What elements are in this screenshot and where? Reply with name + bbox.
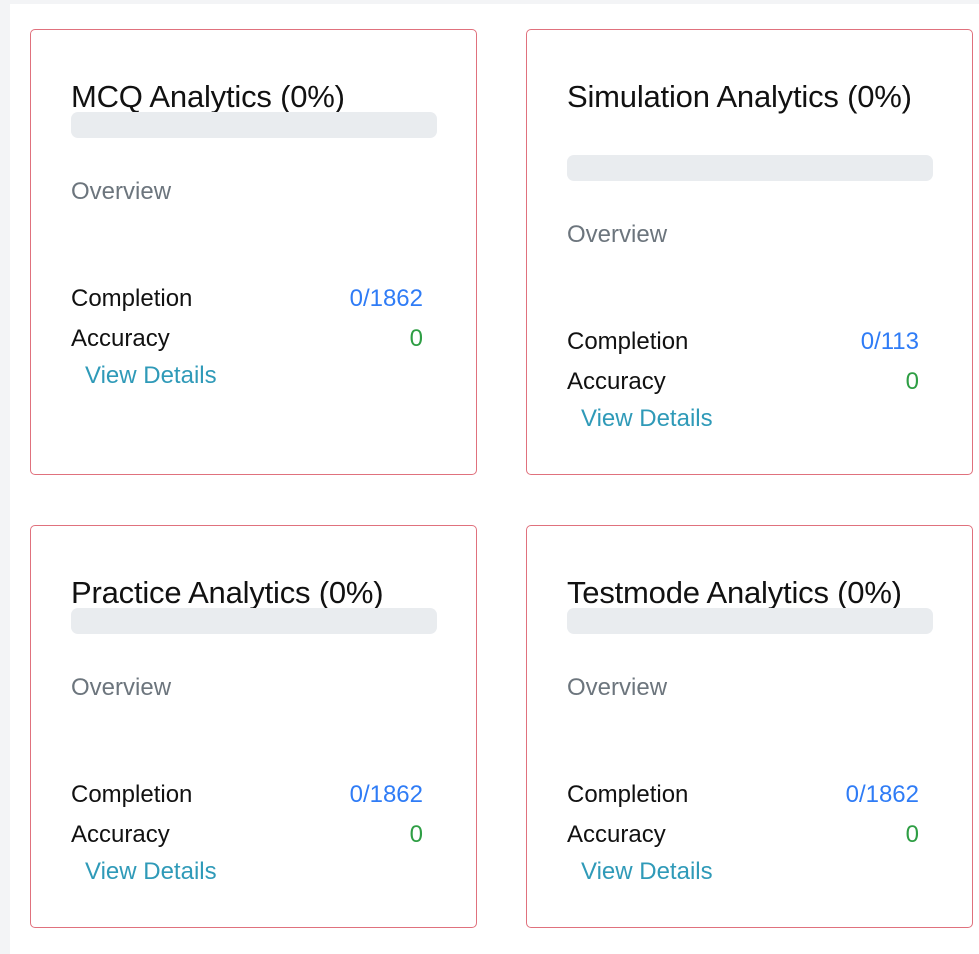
completion-row: Completion 0/113 <box>567 327 919 357</box>
view-details-link[interactable]: View Details <box>85 362 217 390</box>
card-title: Simulation Analytics (0%) <box>567 79 912 114</box>
view-details-link[interactable]: View Details <box>581 405 713 433</box>
accuracy-label: Accuracy <box>71 821 170 848</box>
accuracy-label: Accuracy <box>71 325 170 352</box>
accuracy-value: 0 <box>409 325 423 352</box>
completion-label: Completion <box>567 781 689 808</box>
overview-label: Overview <box>71 178 172 205</box>
completion-value: 0/1862 <box>845 781 919 808</box>
view-details-link[interactable]: View Details <box>85 858 217 886</box>
completion-label: Completion <box>567 328 689 355</box>
testmode-analytics-card: Testmode Analytics (0%) Overview Complet… <box>526 525 973 928</box>
accuracy-row: Accuracy 0 <box>567 367 919 397</box>
view-details-link[interactable]: View Details <box>581 858 713 886</box>
accuracy-row: Accuracy 0 <box>567 820 919 850</box>
completion-label: Completion <box>71 285 193 312</box>
accuracy-row: Accuracy 0 <box>71 820 423 850</box>
overview-label: Overview <box>567 674 668 701</box>
accuracy-value: 0 <box>905 368 919 395</box>
mcq-analytics-card: MCQ Analytics (0%) Overview Completion 0… <box>30 29 477 475</box>
completion-row: Completion 0/1862 <box>71 780 423 810</box>
progress-bar <box>71 608 437 634</box>
overview-label: Overview <box>71 674 172 701</box>
accuracy-label: Accuracy <box>567 821 666 848</box>
accuracy-value: 0 <box>905 821 919 848</box>
accuracy-value: 0 <box>409 821 423 848</box>
accuracy-label: Accuracy <box>567 368 666 395</box>
completion-value: 0/113 <box>860 328 919 355</box>
completion-value: 0/1862 <box>349 285 423 312</box>
completion-label: Completion <box>71 781 193 808</box>
completion-row: Completion 0/1862 <box>71 284 423 314</box>
completion-value: 0/1862 <box>349 781 423 808</box>
practice-analytics-card: Practice Analytics (0%) Overview Complet… <box>30 525 477 928</box>
progress-bar <box>71 112 437 138</box>
progress-bar <box>567 155 933 181</box>
overview-label: Overview <box>567 221 668 248</box>
simulation-analytics-card: Simulation Analytics (0%) Overview Compl… <box>526 29 973 475</box>
progress-bar <box>567 608 933 634</box>
accuracy-row: Accuracy 0 <box>71 324 423 354</box>
completion-row: Completion 0/1862 <box>567 780 919 810</box>
